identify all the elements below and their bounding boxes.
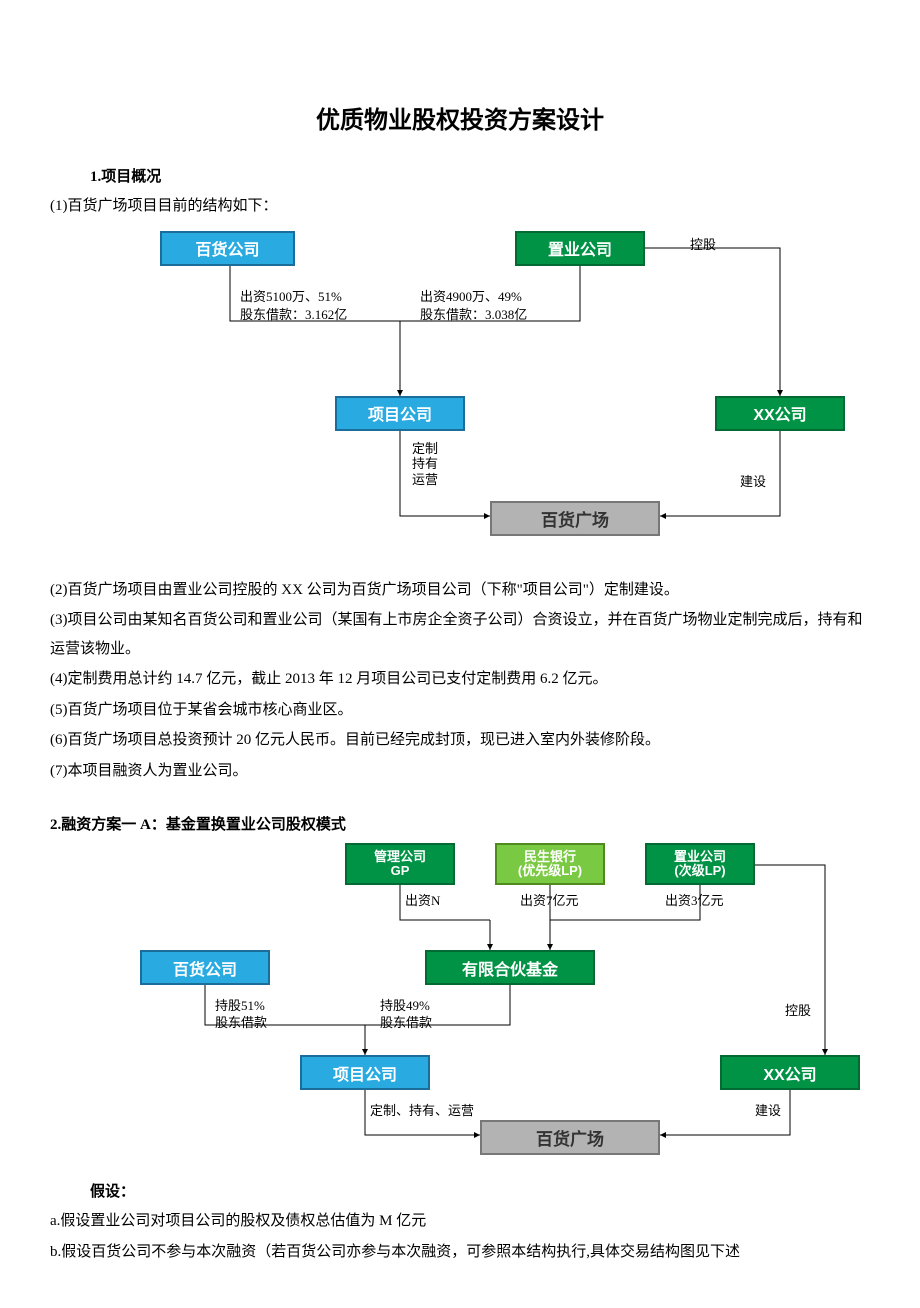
d1-konggu: 控股 — [690, 234, 716, 253]
d1-dingzhi: 定制 — [412, 441, 438, 456]
d1-left-contrib2: 股东借款：3.162亿 — [240, 304, 347, 323]
paragraph-7: (7)本项目融资人为置业公司。 — [50, 757, 870, 786]
d2-guanli-gp: 管理公司 GP — [345, 843, 455, 885]
section2-heading: 2.融资方案一 A：基金置换置业公司股权模式 — [50, 813, 870, 834]
d2-baihuo-guangchang: 百货广场 — [480, 1120, 660, 1155]
d2-gudong-jiekuan-l: 股东借款 — [215, 1012, 267, 1031]
doc-title: 优质物业股权投资方案设计 — [50, 100, 870, 135]
paragraph-1: (1)百货广场项目目前的结构如下： — [50, 192, 870, 221]
d2-gp-l1: 管理公司 — [374, 850, 426, 864]
paragraph-b: b.假设百货公司不参与本次融资（若百货公司亦参与本次融资，可参照本结构执行,具体… — [50, 1238, 870, 1267]
d1-right-contrib2: 股东借款：3.038亿 — [420, 304, 527, 323]
assume-heading: 假设： — [90, 1180, 870, 1201]
d1-baihuo-gongsi: 百货公司 — [160, 231, 295, 266]
d2-chuzi-3: 出资3亿元 — [665, 890, 724, 909]
paragraph-a: a.假设置业公司对项目公司的股权及债权总估值为 M 亿元 — [50, 1207, 870, 1236]
d1-xiangmu-gongsi: 项目公司 — [335, 396, 465, 431]
d2-zy-l2: (次级LP) — [674, 864, 725, 878]
d1-yunying: 运营 — [412, 472, 438, 487]
section1-heading: 1.项目概况 — [90, 165, 870, 186]
d2-zy-l1: 置业公司 — [674, 850, 726, 864]
d2-baihuo-gongsi: 百货公司 — [140, 950, 270, 985]
d2-dzcyyy: 定制、持有、运营 — [370, 1100, 474, 1119]
d1-chiyou: 持有 — [412, 456, 438, 471]
d2-ms-l1: 民生银行 — [524, 850, 576, 864]
d1-xx-gongsi: XX公司 — [715, 396, 845, 431]
paragraph-6: (6)百货广场项目总投资预计 20 亿元人民币。目前已经完成封顶，现已进入室内外… — [50, 726, 870, 755]
paragraph-2: (2)百货广场项目由置业公司控股的 XX 公司为百货广场项目公司（下称"项目公司… — [50, 576, 870, 605]
diagram-structure-2: 管理公司 GP 民生银行 (优先级LP) 置业公司 (次级LP) 百货公司 有限… — [90, 840, 880, 1170]
d2-konggu: 控股 — [785, 1000, 811, 1019]
d2-xx-gongsi: XX公司 — [720, 1055, 860, 1090]
d2-youxian-hehuo: 有限合伙基金 — [425, 950, 595, 985]
d2-chuzi-n: 出资N — [405, 890, 440, 909]
d2-ms-l2: (优先级LP) — [518, 864, 582, 878]
d2-minsheng: 民生银行 (优先级LP) — [495, 843, 605, 885]
d2-chuzi-7: 出资7亿元 — [520, 890, 579, 909]
diagram-structure-1: 百货公司 置业公司 项目公司 XX公司 百货广场 出资5100万、51% 股东借… — [140, 226, 860, 566]
d2-zhiye-lp: 置业公司 (次级LP) — [645, 843, 755, 885]
d2-xiangmu-gongsi: 项目公司 — [300, 1055, 430, 1090]
d2-jianshe: 建设 — [755, 1100, 781, 1119]
d2-gp-l2: GP — [391, 864, 410, 878]
d1-right-contrib1: 出资4900万、49% — [420, 286, 522, 305]
paragraph-4: (4)定制费用总计约 14.7 亿元，截止 2013 年 12 月项目公司已支付… — [50, 665, 870, 694]
paragraph-3: (3)项目公司由某知名百货公司和置业公司（某国有上市房企全资子公司）合资设立，并… — [50, 606, 870, 663]
d1-baihuo-guangchang: 百货广场 — [490, 501, 660, 536]
d1-vlabel: 定制 持有 运营 — [410, 441, 440, 488]
d1-jianshe: 建设 — [740, 471, 766, 490]
d2-gudong-jiekuan-r: 股东借款 — [380, 1012, 432, 1031]
paragraph-5: (5)百货广场项目位于某省会城市核心商业区。 — [50, 696, 870, 725]
d1-left-contrib1: 出资5100万、51% — [240, 286, 342, 305]
d1-zhiye-gongsi: 置业公司 — [515, 231, 645, 266]
